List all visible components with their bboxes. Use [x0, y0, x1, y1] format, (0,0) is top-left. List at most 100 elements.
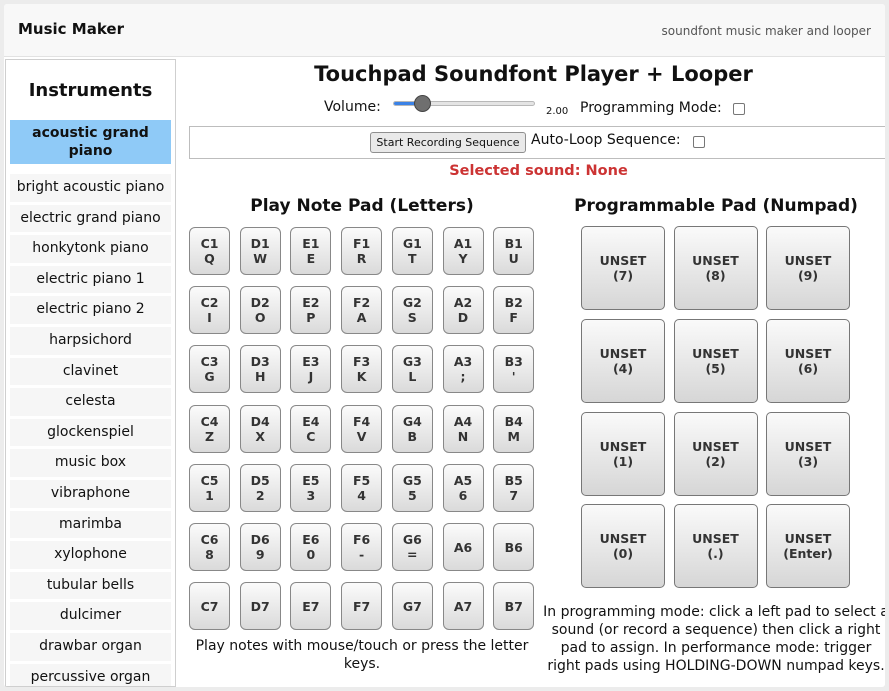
sidebar-item-instrument[interactable]: percussive organ: [10, 663, 171, 686]
sidebar-item-instrument[interactable]: electric piano 1: [10, 265, 171, 294]
programmable-pad[interactable]: UNSET (2): [673, 411, 758, 496]
note-button[interactable]: C4 Z: [189, 404, 230, 453]
note-name: G5: [402, 472, 422, 488]
note-button[interactable]: A3;: [442, 345, 484, 394]
sidebar-item-instrument[interactable]: glockenspiel: [10, 418, 171, 447]
note-button[interactable]: B5 7: [493, 463, 535, 512]
note-button[interactable]: A4 N: [442, 404, 484, 453]
programmable-pad[interactable]: UNSET (7): [581, 226, 665, 310]
note-name: D7: [250, 598, 270, 614]
note-button[interactable]: D1 W: [239, 227, 281, 275]
note-button[interactable]: F2 A: [341, 286, 383, 335]
sidebar-item-instrument[interactable]: drawbar organ: [10, 632, 171, 661]
note-name: C1: [200, 236, 219, 251]
autoloop-checkbox[interactable]: [693, 136, 705, 148]
note-button[interactable]: F5 4: [341, 463, 383, 512]
sidebar-item-instrument[interactable]: tubular bells: [10, 571, 171, 600]
note-name: E6: [302, 532, 320, 547]
note-key: 3: [306, 487, 316, 503]
programmable-pad[interactable]: UNSET (6): [766, 318, 850, 403]
programmable-pad[interactable]: UNSET (1): [581, 411, 665, 496]
note-button[interactable]: E3 J: [290, 345, 332, 394]
note-button[interactable]: B6: [493, 523, 535, 571]
note-button[interactable]: D6 9: [239, 523, 281, 571]
note-button[interactable]: B2 F: [493, 286, 535, 335]
autoloop-label: Auto-Loop Sequence:: [531, 132, 681, 148]
note-button[interactable]: E2 P: [290, 286, 332, 335]
note-button[interactable]: G1 T: [391, 227, 433, 275]
sidebar-item-instrument[interactable]: celesta: [10, 388, 171, 416]
sidebar-item-instrument[interactable]: honkytonk piano: [10, 235, 171, 263]
note-button[interactable]: G3 L: [391, 345, 433, 394]
note-button[interactable]: D5 2: [239, 463, 281, 512]
note-button[interactable]: C6 8: [189, 523, 230, 571]
sidebar-item-instrument[interactable]: harpsichord: [10, 326, 171, 355]
sidebar-item-instrument[interactable]: vibraphone: [10, 479, 171, 508]
sidebar-item-instrument[interactable]: marimba: [10, 510, 171, 539]
note-button[interactable]: G4 B: [391, 404, 433, 453]
sidebar-item-instrument[interactable]: acoustic grand piano: [10, 120, 171, 164]
note-name: D3: [250, 354, 270, 370]
note-button[interactable]: D3 H: [239, 345, 281, 394]
note-button[interactable]: A1 Y: [442, 227, 484, 275]
volume-slider-thumb[interactable]: [414, 95, 431, 112]
sidebar-item-instrument[interactable]: electric grand piano: [10, 204, 171, 233]
note-name: F7: [352, 598, 371, 614]
start-recording-button[interactable]: Start Recording Sequence: [370, 132, 526, 153]
note-button[interactable]: E5 3: [290, 463, 332, 512]
note-button[interactable]: C3 G: [189, 345, 230, 394]
note-button[interactable]: E6 0: [290, 523, 332, 571]
note-button[interactable]: F3 K: [341, 345, 383, 394]
note-button[interactable]: E7: [290, 582, 332, 631]
note-button[interactable]: G5 5: [391, 463, 433, 512]
note-button[interactable]: E4 C: [290, 404, 332, 453]
note-button[interactable]: A5 6: [442, 463, 484, 512]
programmable-pad[interactable]: UNSET (Enter): [766, 504, 850, 589]
sidebar-item-instrument[interactable]: electric piano 2: [10, 296, 171, 324]
programmable-pad[interactable]: UNSET (9): [766, 226, 850, 310]
note-button[interactable]: E1 E: [290, 227, 332, 275]
programming-mode-checkbox[interactable]: [733, 103, 745, 115]
pad-key: (0): [612, 546, 634, 562]
sidebar-item-instrument[interactable]: music box: [10, 449, 171, 477]
note-button[interactable]: A6: [442, 523, 484, 571]
pad-status: UNSET: [692, 438, 739, 454]
note-button[interactable]: G2 S: [391, 286, 433, 335]
note-button[interactable]: B7: [493, 582, 535, 631]
programmable-pad[interactable]: UNSET (4): [581, 318, 665, 403]
pad-status: UNSET: [599, 438, 647, 454]
note-button[interactable]: G6 =: [391, 523, 433, 571]
note-name: A2: [453, 295, 473, 311]
note-button[interactable]: F6-: [341, 523, 383, 571]
note-button[interactable]: D2 O: [239, 286, 281, 335]
sidebar-item-instrument[interactable]: xylophone: [10, 541, 171, 569]
note-button[interactable]: F7: [341, 582, 383, 631]
note-button[interactable]: C5 1: [189, 463, 230, 512]
note-button[interactable]: A7: [442, 582, 484, 631]
note-key: P: [306, 310, 316, 326]
note-button[interactable]: C7: [189, 582, 230, 631]
note-button[interactable]: A2 D: [442, 286, 484, 335]
note-name: C3: [200, 354, 219, 370]
programmable-pad[interactable]: UNSET (5): [673, 318, 758, 403]
sidebar-item-instrument[interactable]: dulcimer: [10, 602, 171, 630]
pad-key: (9): [797, 268, 819, 283]
note-name: C4: [200, 413, 219, 429]
programmable-pad[interactable]: UNSET (8): [673, 226, 758, 310]
note-button[interactable]: B4 M: [493, 404, 535, 453]
note-button[interactable]: B3 ': [493, 345, 535, 394]
note-button[interactable]: C2 I: [189, 286, 230, 335]
sidebar-item-instrument[interactable]: bright acoustic piano: [10, 174, 171, 202]
note-button[interactable]: G7: [391, 582, 433, 631]
note-button[interactable]: D7: [239, 582, 281, 631]
note-button[interactable]: D4 X: [239, 404, 281, 453]
programmable-pad[interactable]: UNSET (0): [581, 504, 665, 589]
note-button[interactable]: C1 Q: [189, 227, 230, 275]
programmable-pad[interactable]: UNSET (3): [766, 411, 850, 496]
note-button[interactable]: F4 V: [341, 404, 383, 453]
sidebar-item-instrument[interactable]: clavinet: [10, 357, 171, 386]
note-button[interactable]: B1 U: [493, 227, 535, 275]
note-button[interactable]: F1 R: [341, 227, 383, 275]
programmable-pad[interactable]: UNSET (.): [673, 504, 758, 589]
note-name: F1: [352, 236, 371, 251]
